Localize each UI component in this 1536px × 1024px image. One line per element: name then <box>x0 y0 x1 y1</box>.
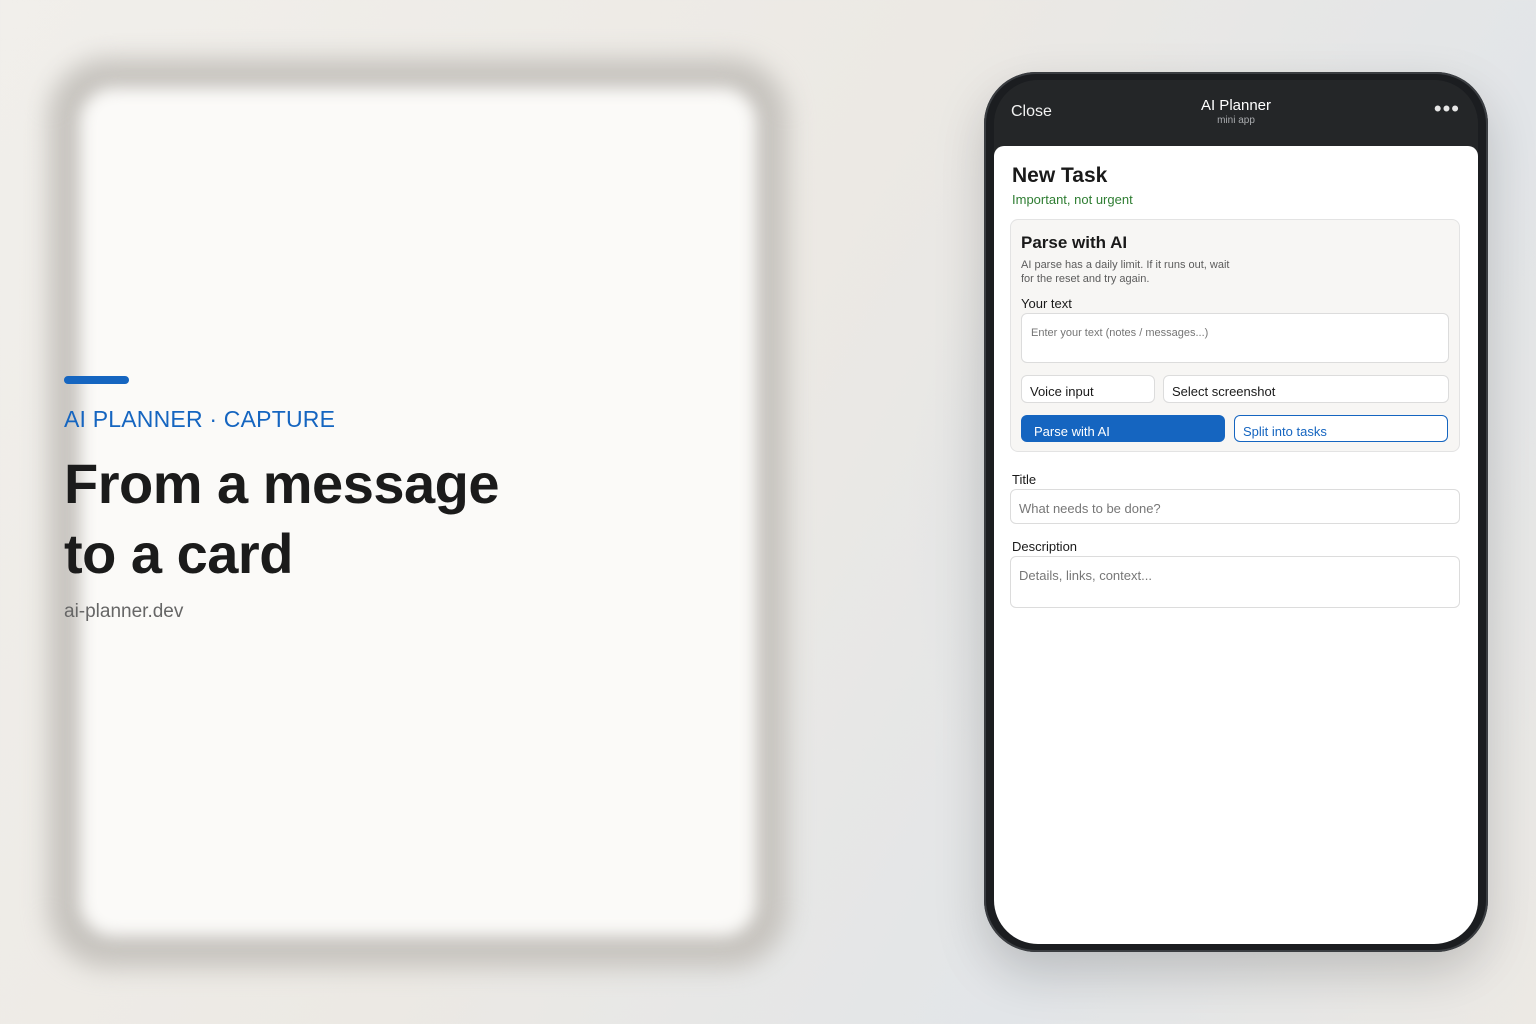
description-input[interactable]: Details, links, context... <box>1010 556 1460 608</box>
your-text-label: Your text <box>1021 296 1072 311</box>
task-form: New Task Important, not urgent Parse wit… <box>994 146 1478 944</box>
priority-label: Important, not urgent <box>1012 192 1133 207</box>
ai-parse-heading: Parse with AI <box>1021 233 1128 252</box>
parse-with-ai-button[interactable]: Parse with AI <box>1021 415 1225 442</box>
hero-text: AI PLANNER · CAPTURE From a message to a… <box>64 376 684 623</box>
more-options-icon[interactable]: ••• <box>1434 96 1460 122</box>
ai-parse-note: AI parse has a daily limit. If it runs o… <box>1021 259 1230 285</box>
hero-title: From a message to a card <box>64 449 684 589</box>
select-screenshot-label: Select screenshot <box>1172 384 1276 399</box>
title-label: Title <box>1012 472 1037 487</box>
split-into-tasks-button[interactable]: Split into tasks <box>1234 415 1448 442</box>
ai-parse-card: Parse with AI AI parse has a daily limit… <box>1010 219 1460 452</box>
voice-input-label: Voice input <box>1030 384 1094 399</box>
select-screenshot-button[interactable]: Select screenshot <box>1163 375 1449 403</box>
description-label: Description <box>1012 539 1078 554</box>
parse-with-ai-label: Parse with AI <box>1034 424 1110 439</box>
app-title: AI Planner <box>1200 97 1272 114</box>
voice-input-button[interactable]: Voice input <box>1021 375 1155 403</box>
title-placeholder: What needs to be done? <box>1019 501 1161 516</box>
split-into-tasks-label: Split into tasks <box>1243 424 1327 439</box>
your-text-input[interactable]: Enter your text (notes / messages...) <box>1021 313 1449 363</box>
app-subtitle: mini app <box>1217 115 1255 126</box>
mini-app-topbar: Close AI Planner mini app ••• <box>994 80 1478 142</box>
hero-kicker: AI PLANNER · CAPTURE <box>64 406 336 432</box>
hero-accent-bar <box>64 376 129 384</box>
your-text-placeholder: Enter your text (notes / messages...) <box>1031 327 1209 339</box>
hero-title-line-1: From a message <box>64 452 499 515</box>
description-placeholder: Details, links, context... <box>1019 568 1152 583</box>
title-input[interactable]: What needs to be done? <box>1010 489 1460 524</box>
phone-screen: Close AI Planner mini app ••• New Task I… <box>994 80 1478 944</box>
phone-device: Close AI Planner mini app ••• New Task I… <box>984 72 1488 952</box>
hero-url: ai-planner.dev <box>64 601 184 622</box>
hero-title-line-2: to a card <box>64 522 293 585</box>
page-title: New Task <box>1012 164 1108 187</box>
